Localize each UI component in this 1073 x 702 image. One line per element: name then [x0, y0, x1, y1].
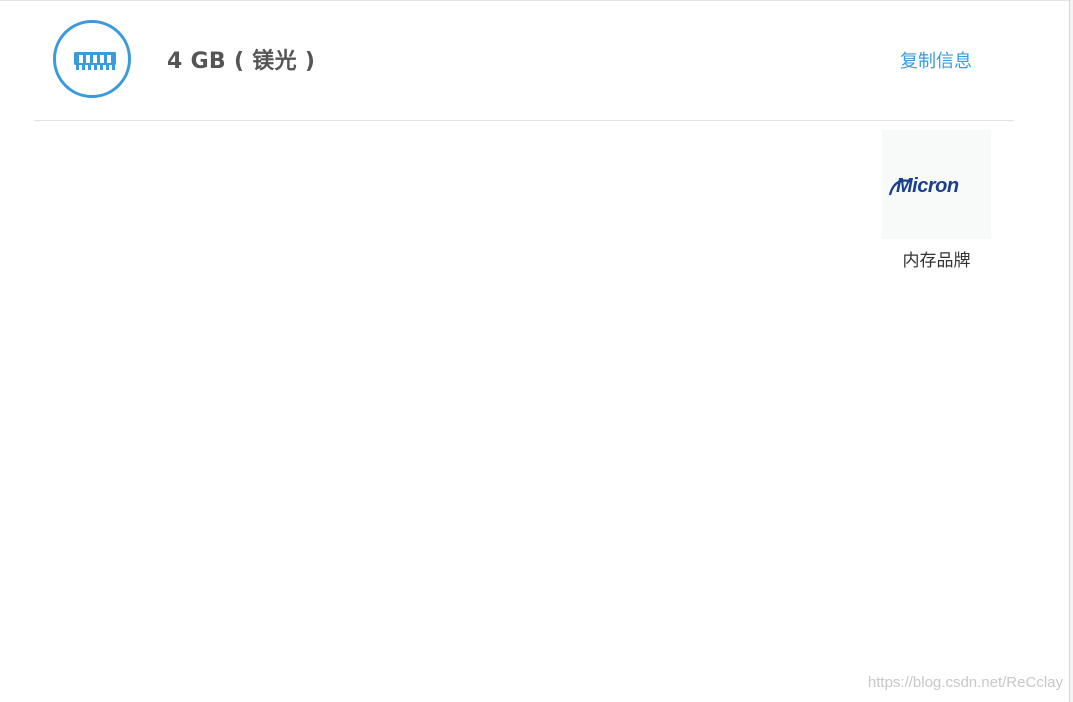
micron-logo-text: Micron — [896, 175, 959, 197]
brand-card: Micron — [882, 130, 991, 239]
memory-header: 4 GB ( 镁光 ) 复制信息 — [34, 0, 1014, 121]
memory-module-icon — [53, 20, 131, 98]
memory-title: 4 GB ( 镁光 ) — [167, 49, 316, 74]
micron-logo: Micron — [888, 170, 986, 200]
memory-info-panel: 4 GB ( 镁光 ) 复制信息 Micron 内存品牌 https://blo… — [0, 0, 1073, 702]
copy-info-link[interactable]: 复制信息 — [900, 47, 972, 73]
brand-caption: 内存品牌 — [902, 251, 971, 271]
window-right-edge — [1069, 0, 1073, 702]
watermark: https://blog.csdn.net/ReCclay — [867, 674, 1063, 691]
